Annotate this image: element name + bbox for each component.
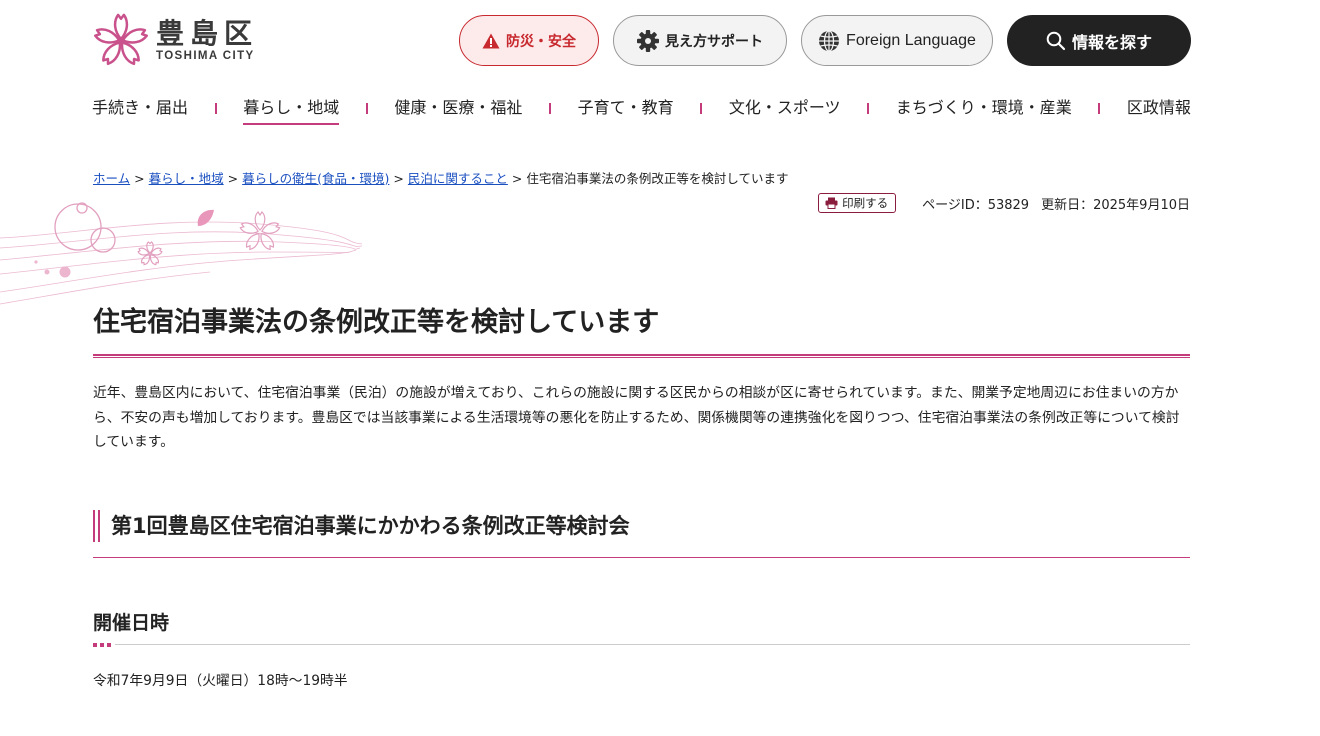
foreign-language-label: Foreign Language xyxy=(846,31,976,49)
nav-separator xyxy=(214,102,217,114)
nav-separator xyxy=(867,102,870,114)
breadcrumb-separator: > xyxy=(393,171,404,186)
breadcrumb-link-home[interactable]: ホーム xyxy=(93,171,130,186)
warning-icon xyxy=(482,33,500,48)
nav-item-procedures[interactable]: 手続き・届出 xyxy=(92,94,188,122)
breadcrumb-link-living[interactable]: 暮らし・地域 xyxy=(149,171,224,186)
search-info-label: 情報を探す xyxy=(1071,32,1152,52)
cherry-blossom-logo-icon xyxy=(94,13,148,66)
logo-wordmark: 豊島区 TOSHIMA CITY xyxy=(156,19,258,63)
subheading-date: 開催日時 xyxy=(93,612,170,634)
nav-item-childcare[interactable]: 子育て・教育 xyxy=(578,94,674,122)
global-navigation: 手続き・届出 暮らし・地域 健康・医療・福祉 子育て・教育 文化・スポーツ まち… xyxy=(92,92,1191,125)
logo-japanese-name: 豊島区 xyxy=(156,17,259,50)
site-header: 豊島区 TOSHIMA CITY 防災・安全 見え方サポート Foreign L… xyxy=(0,0,1320,90)
page-meta: 印刷する ページID：53829 更新日：2025年9月10日 xyxy=(818,193,1190,213)
intro-paragraph: 近年、豊島区内において、住宅宿泊事業（民泊）の施設が増えており、これらの施設に関… xyxy=(93,385,1180,450)
view-support-button[interactable]: 見え方サポート xyxy=(613,15,787,66)
print-label: 印刷する xyxy=(842,196,889,210)
search-info-button[interactable]: 情報を探す xyxy=(1007,15,1191,66)
search-icon xyxy=(1046,31,1066,50)
breadcrumb-separator: > xyxy=(511,171,523,186)
site-logo[interactable]: 豊島区 TOSHIMA CITY xyxy=(92,12,262,70)
nav-item-culture[interactable]: 文化・スポーツ xyxy=(729,94,841,122)
foreign-language-button[interactable]: Foreign Language xyxy=(801,15,993,66)
nav-separator xyxy=(700,102,703,114)
gear-icon xyxy=(637,29,659,52)
breadcrumb-separator: > xyxy=(227,171,239,186)
view-support-label: 見え方サポート xyxy=(665,33,763,50)
page-title: 住宅宿泊事業法の条例改正等を検討しています xyxy=(93,307,660,338)
event-date-text: 令和7年9月9日（火曜日）18時～19時半 xyxy=(93,673,348,689)
breadcrumb-link-minpaku[interactable]: 民泊に関すること xyxy=(408,171,508,186)
nav-separator xyxy=(549,102,552,114)
nav-item-living[interactable]: 暮らし・地域 xyxy=(243,94,340,125)
print-button[interactable]: 印刷する xyxy=(818,193,897,213)
nav-separator xyxy=(365,102,368,114)
divider-line xyxy=(115,644,1190,645)
nav-item-health[interactable]: 健康・医療・福祉 xyxy=(394,94,522,122)
title-divider xyxy=(93,354,1190,358)
breadcrumb-separator: > xyxy=(134,171,145,186)
subheading-divider xyxy=(93,643,1190,647)
section-heading-text: 第1回豊島区住宅宿泊事業にかかわる条例改正等検討会 xyxy=(111,514,630,538)
disaster-safety-label: 防災・安全 xyxy=(506,33,576,50)
sakura-decoration xyxy=(0,202,363,305)
disaster-safety-button[interactable]: 防災・安全 xyxy=(459,15,599,66)
nav-item-government[interactable]: 区政情報 xyxy=(1127,94,1191,122)
printer-icon xyxy=(825,197,838,209)
section-heading: 第1回豊島区住宅宿泊事業にかかわる条例改正等検討会 xyxy=(93,510,1190,558)
divider-dots xyxy=(93,643,111,647)
heading-accent-bar xyxy=(93,510,100,542)
breadcrumb-link-hygiene[interactable]: 暮らしの衛生(食品・環境) xyxy=(242,171,389,186)
breadcrumb-current: 住宅宿泊事業法の条例改正等を検討しています xyxy=(526,171,789,186)
updated-date: 更新日：2025年9月10日 xyxy=(1041,197,1190,213)
page-id: ページID：53829 xyxy=(922,197,1030,213)
logo-english-name: TOSHIMA CITY xyxy=(156,50,255,62)
nav-separator xyxy=(1098,102,1101,114)
globe-icon xyxy=(819,29,840,52)
breadcrumb: ホーム > 暮らし・地域 > 暮らしの衛生(食品・環境) > 民泊に関すること > 住宅宿泊事業… xyxy=(93,168,789,187)
nav-item-town[interactable]: まちづくり・環境・産業 xyxy=(896,94,1072,122)
